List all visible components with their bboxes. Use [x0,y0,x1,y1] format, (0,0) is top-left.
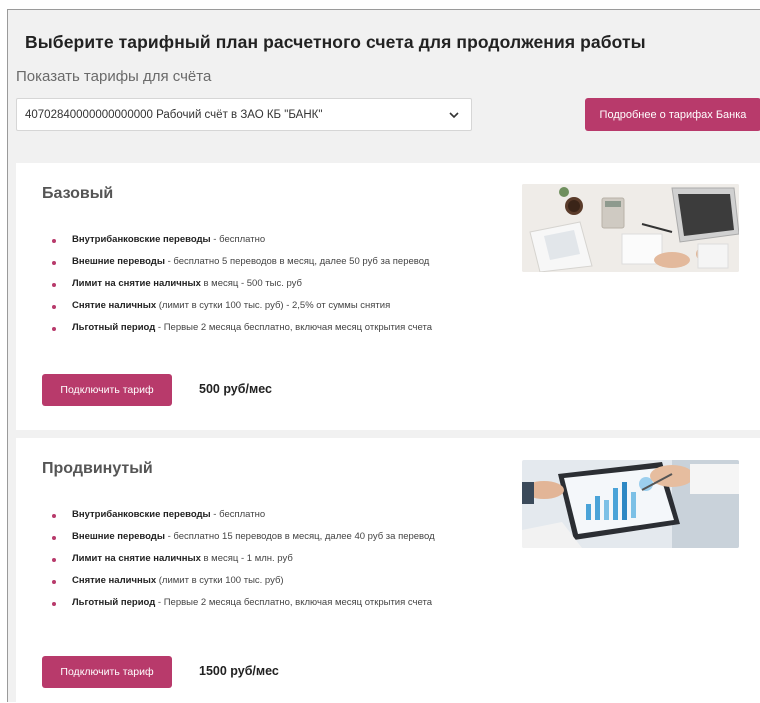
feature-title: Внутрибанковские переводы [72,234,211,245]
list-item: Внешние переводы - бесплатно 5 переводов… [52,255,432,277]
feature-text: - бесплатно 15 переводов в месяц, далее … [164,531,435,542]
feature-text: - Первые 2 месяца бесплатно, включая мес… [155,322,432,333]
feature-title: Снятие наличных [72,300,157,311]
office-desk-image [522,184,739,272]
feature-title: Льготный период [72,322,156,333]
tariffs-info-button[interactable]: Подробнее о тарифах Банка [585,98,760,131]
feature-list: Внутрибанковские переводы - бесплатно Вн… [52,508,435,618]
bullet-icon [52,602,56,606]
feature-text: - бесплатно [210,234,266,245]
list-item: Внутрибанковские переводы - бесплатно [52,508,435,530]
bullet-icon [52,327,56,331]
feature-title: Снятие наличных [72,575,157,586]
business-charts-image [522,460,739,548]
feature-title: Внешние переводы [72,531,165,542]
bullet-icon [52,536,56,540]
feature-title: Лимит на снятие наличных [72,278,201,289]
feature-title: Внешние переводы [72,256,165,267]
list-item: Снятие наличных (лимит в сутки 100 тыс. … [52,574,435,596]
account-label: Показать тарифы для счёта [16,68,212,85]
account-select-value: 40702840000000000000 Рабочий счёт в ЗАО … [25,108,323,121]
bullet-icon [52,514,56,518]
plan-card-advanced: Продвинутый Внутрибанковские переводы - … [16,438,760,703]
feature-text: (лимит в сутки 100 тыс. руб) [156,575,284,586]
plan-price: 500 руб/мес [199,382,272,396]
plan-price: 1500 руб/мес [199,664,279,678]
list-item: Внутрибанковские переводы - бесплатно [52,233,432,255]
feature-title: Лимит на снятие наличных [72,553,201,564]
list-item: Внешние переводы - бесплатно 15 переводо… [52,530,435,552]
account-select[interactable]: 40702840000000000000 Рабочий счёт в ЗАО … [16,98,472,131]
list-item: Снятие наличных (лимит в сутки 100 тыс. … [52,299,432,321]
plan-name: Базовый [42,185,114,202]
bullet-icon [52,580,56,584]
bullet-icon [52,261,56,265]
list-item: Лимит на снятие наличных в месяц - 1 млн… [52,552,435,574]
list-item: Льготный период - Первые 2 месяца беспла… [52,596,435,618]
connect-tariff-button[interactable]: Подключить тариф [42,656,172,688]
bullet-icon [52,239,56,243]
page-title: Выберите тарифный план расчетного счета … [25,32,646,52]
feature-text: - Первые 2 месяца бесплатно, включая мес… [155,597,432,608]
bullet-icon [52,305,56,309]
connect-tariff-button[interactable]: Подключить тариф [42,374,172,406]
bullet-icon [52,283,56,287]
tariff-selection-header: Выберите тарифный план расчетного счета … [8,10,760,150]
app-frame: Выберите тарифный план расчетного счета … [7,9,760,703]
feature-list: Внутрибанковские переводы - бесплатно Вн… [52,233,432,343]
chevron-down-icon [449,112,459,119]
plan-card-basic: Базовый Внутрибанковские переводы - бесп… [16,163,760,430]
list-item: Лимит на снятие наличных в месяц - 500 т… [52,277,432,299]
feature-text: в месяц - 1 млн. руб [200,553,293,564]
feature-title: Льготный период [72,597,156,608]
feature-title: Внутрибанковские переводы [72,509,211,520]
plan-name: Продвинутый [42,460,153,477]
list-item: Льготный период - Первые 2 месяца беспла… [52,321,432,343]
bullet-icon [52,558,56,562]
feature-text: - бесплатно [210,509,266,520]
feature-text: - бесплатно 5 переводов в месяц, далее 5… [164,256,430,267]
feature-text: (лимит в сутки 100 тыс. руб) - 2,5% от с… [156,300,391,311]
feature-text: в месяц - 500 тыс. руб [200,278,302,289]
